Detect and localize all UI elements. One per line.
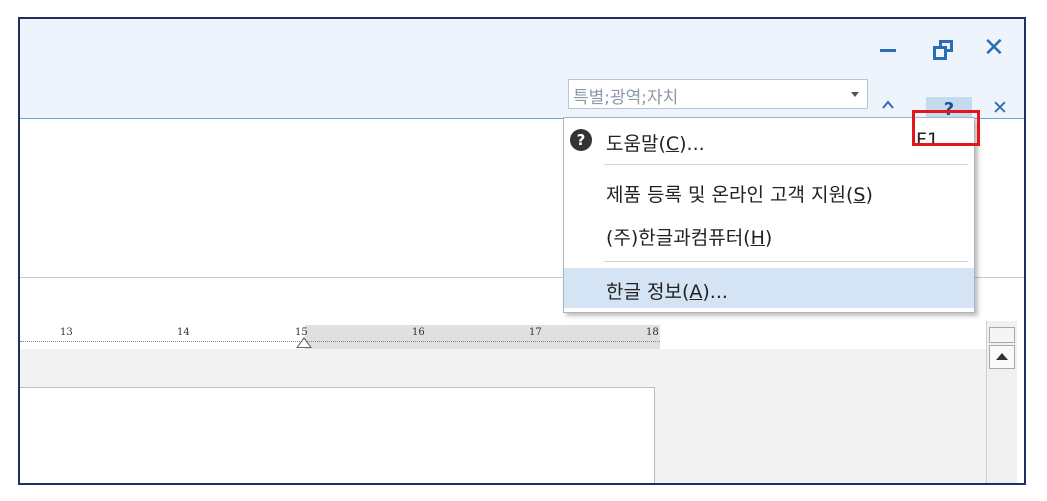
ruler-ticks — [20, 341, 660, 343]
menu-item-hancom[interactable]: (주)한글과컴퓨터(H) — [564, 214, 974, 254]
document-page[interactable] — [20, 387, 655, 483]
menu-separator — [604, 164, 968, 165]
menu-item-about[interactable]: 한글 정보(A)... — [564, 268, 974, 308]
scrollbar-split-handle[interactable] — [989, 327, 1015, 343]
ruler-number: 14 — [177, 327, 190, 338]
menu-item-label: 제품 등록 및 온라인 고객 지원(S) — [606, 184, 873, 206]
style-combobox-value: 특별;광역;자치 — [573, 88, 679, 108]
chevron-up-icon[interactable] — [882, 99, 894, 111]
ruler-number: 17 — [529, 327, 542, 338]
chevron-down-icon[interactable] — [851, 92, 859, 97]
horizontal-ruler[interactable]: 13 14 15 16 17 18 — [20, 325, 660, 349]
scroll-up-button[interactable] — [989, 345, 1015, 369]
ruler-margin-area — [305, 325, 660, 349]
menu-item-help[interactable]: ? 도움말(C)... F1 — [564, 120, 974, 160]
indent-marker[interactable] — [298, 339, 310, 347]
arrow-up-icon — [996, 353, 1008, 360]
restore-icon[interactable] — [933, 40, 953, 60]
title-bar: ✕ 특별;광역;자치 ? ✕ — [20, 19, 1024, 122]
help-circle-icon: ? — [570, 129, 592, 151]
close-window-button[interactable]: ✕ — [983, 33, 1005, 63]
menu-item-label: (주)한글과컴퓨터(H) — [606, 227, 773, 249]
menu-item-product-registration[interactable]: 제품 등록 및 온라인 고객 지원(S) — [564, 171, 974, 211]
ruler-number: 13 — [60, 327, 73, 338]
minimize-icon[interactable] — [880, 49, 896, 52]
menu-item-shortcut: F1 — [916, 129, 940, 151]
ruler-number: 16 — [412, 327, 425, 338]
menu-item-label: 도움말(C)... — [606, 133, 705, 155]
help-dropdown-menu: ? 도움말(C)... F1 제품 등록 및 온라인 고객 지원(S) (주)한… — [563, 117, 975, 313]
ribbon-close-button[interactable]: ✕ — [992, 97, 1008, 119]
app-window: ✕ 특별;광역;자치 ? ✕ 13 14 15 16 17 18 ? 도움말(C… — [18, 17, 1026, 485]
menu-item-label: 한글 정보(A)... — [606, 281, 728, 303]
vertical-scrollbar[interactable] — [986, 321, 1017, 483]
menu-separator — [604, 261, 968, 262]
style-combobox[interactable]: 특별;광역;자치 — [568, 79, 868, 109]
ruler-number: 18 — [646, 327, 659, 338]
